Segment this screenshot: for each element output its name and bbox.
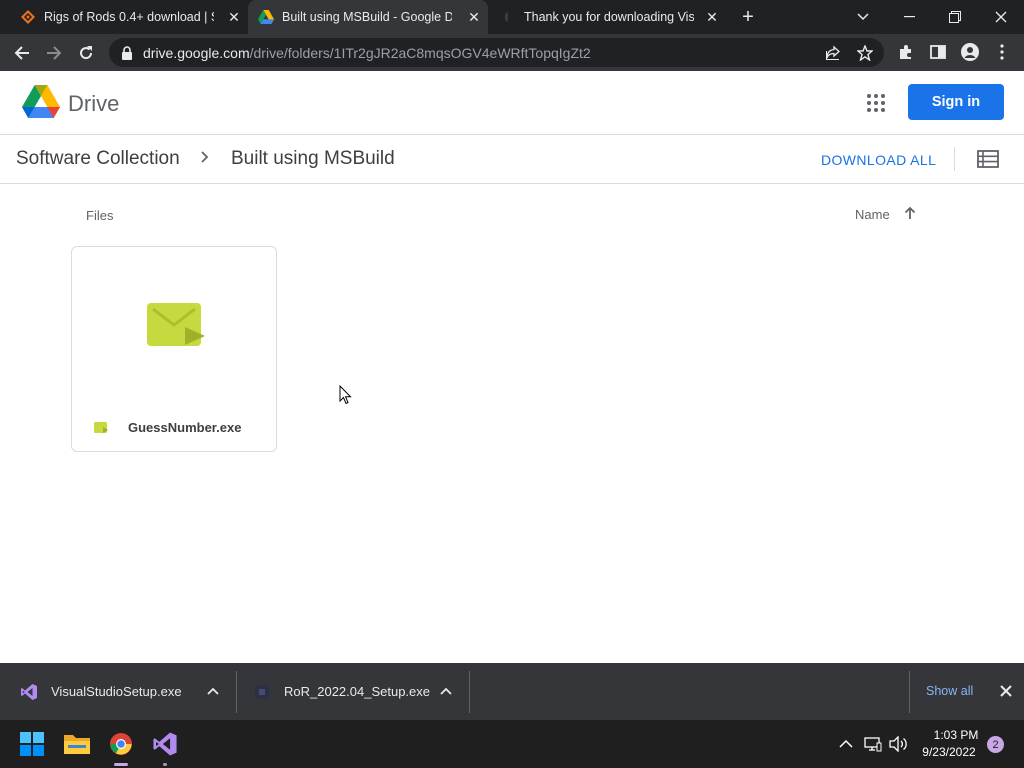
show-all-downloads-link[interactable]: Show all [926, 684, 973, 698]
sort-ascending-arrow-icon[interactable] [902, 206, 918, 222]
file-card[interactable]: GuessNumber.exe [71, 246, 277, 452]
sort-by-name[interactable]: Name [855, 207, 890, 222]
extensions-icon[interactable] [896, 42, 916, 62]
download-file-name: RoR_2022.04_Setup.exe [284, 684, 431, 699]
tab-visual-studio-thanks[interactable]: Thank you for downloading Visua ✕ [490, 0, 726, 34]
url-text: drive.google.com/drive/folders/1ITr2gJR2… [143, 45, 591, 61]
minimize-icon[interactable] [886, 0, 932, 34]
clock-time[interactable]: 1:03 PM [933, 728, 979, 742]
sign-in-button[interactable]: Sign in [908, 84, 1004, 120]
close-window-icon[interactable] [978, 0, 1024, 34]
tab-rigs-of-rods[interactable]: Rigs of Rods 0.4+ download | So ✕ [10, 0, 248, 34]
chevron-up-icon[interactable] [206, 684, 220, 698]
browser-toolbar: drive.google.com/drive/folders/1ITr2gJR2… [0, 34, 1024, 71]
drive-header: Drive Sign in [0, 71, 1024, 135]
side-panel-icon[interactable] [928, 42, 948, 62]
chevron-up-icon[interactable] [439, 684, 453, 698]
download-file-name: VisualStudioSetup.exe [51, 684, 182, 699]
download-item-visualstudio[interactable]: VisualStudioSetup.exe [20, 663, 182, 720]
breadcrumb: Software Collection Built using MSBuild … [0, 135, 1024, 184]
google-chrome-icon[interactable] [105, 728, 137, 760]
files-section-label: Files [86, 208, 114, 223]
tab-title: Thank you for downloading Visua [524, 10, 694, 24]
windows-start-icon[interactable] [16, 728, 48, 760]
url-path: /drive/folders/1ITr2gJR2aC8mqsOGV4eWRftT… [249, 44, 591, 61]
close-tab-icon[interactable]: ✕ [226, 9, 242, 25]
download-separator [909, 671, 910, 713]
chevron-up-tray-icon[interactable] [837, 735, 855, 753]
file-name: GuessNumber.exe [128, 420, 242, 435]
download-separator [469, 671, 470, 713]
google-drive-favicon [258, 9, 274, 25]
google-drive-logo-icon[interactable] [22, 85, 60, 119]
profile-icon[interactable] [960, 42, 980, 62]
drive-app-name[interactable]: Drive [68, 91, 119, 117]
download-all-button[interactable]: DOWNLOAD ALL [821, 152, 936, 168]
volume-icon[interactable] [889, 735, 907, 753]
google-apps-icon[interactable] [865, 92, 887, 114]
restore-icon[interactable] [932, 0, 978, 34]
windows-taskbar [0, 720, 1024, 768]
installer-icon [255, 684, 269, 699]
chrome-menu-icon[interactable] [992, 42, 1012, 62]
address-bar[interactable]: drive.google.com/drive/folders/1ITr2gJR2… [109, 38, 884, 67]
clock-date[interactable]: 9/23/2022 [918, 745, 980, 759]
close-download-shelf-icon[interactable] [998, 683, 1014, 699]
download-item-ror[interactable]: RoR_2022.04_Setup.exe [253, 663, 430, 720]
mouse-cursor-icon [339, 385, 352, 405]
reload-icon[interactable] [73, 40, 99, 66]
close-tab-icon[interactable]: ✕ [704, 9, 720, 25]
browser-tab-strip: Rigs of Rods 0.4+ download | So ✕ Built … [0, 0, 1024, 34]
toolbar-divider [954, 147, 955, 171]
new-tab-button[interactable]: + [737, 6, 759, 28]
exe-file-icon [94, 422, 108, 433]
bookmark-star-icon[interactable] [856, 44, 874, 62]
breadcrumb-current-folder: Built using MSBuild [231, 148, 395, 169]
breadcrumb-software-collection[interactable]: Software Collection [16, 148, 180, 170]
tab-google-drive[interactable]: Built using MSBuild - Google Dri ✕ [248, 0, 488, 34]
network-icon[interactable] [864, 735, 882, 753]
list-view-icon[interactable] [977, 150, 999, 168]
tab-title: Rigs of Rods 0.4+ download | So [44, 10, 214, 24]
download-separator [236, 671, 237, 713]
visual-studio-installer-taskbar-icon[interactable] [149, 728, 181, 760]
rigs-of-rods-favicon [20, 9, 36, 25]
file-explorer-icon[interactable] [61, 728, 93, 760]
exe-file-thumbnail-icon [147, 303, 205, 346]
url-host: drive.google.com [143, 44, 250, 61]
notification-badge[interactable]: 2 [987, 736, 1004, 753]
tab-title: Built using MSBuild - Google Dri [282, 10, 452, 24]
lock-icon[interactable] [121, 45, 135, 60]
visual-studio-favicon [500, 9, 516, 25]
active-app-indicator [114, 763, 128, 766]
forward-icon[interactable] [41, 40, 67, 66]
share-icon[interactable] [824, 44, 842, 62]
download-shelf: VisualStudioSetup.exe RoR_2022.04_Setup.… [0, 663, 1024, 720]
tab-search-chevron-icon[interactable] [840, 0, 886, 34]
chevron-right-icon [200, 148, 216, 168]
close-tab-icon[interactable]: ✕ [466, 9, 482, 25]
back-icon[interactable] [9, 40, 35, 66]
running-app-indicator [163, 763, 167, 766]
visual-studio-installer-icon [21, 683, 37, 700]
